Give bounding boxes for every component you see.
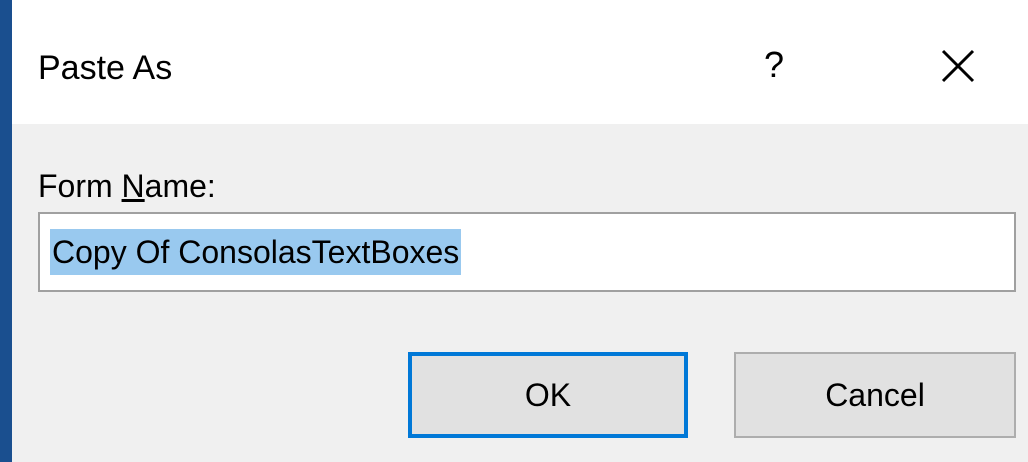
label-accelerator: N	[121, 168, 145, 204]
help-button[interactable]: ?	[752, 40, 796, 90]
dialog-title: Paste As	[38, 49, 173, 87]
label-prefix: Form	[38, 168, 122, 204]
cancel-button[interactable]: Cancel	[734, 352, 1016, 438]
form-name-label: Form Name:	[38, 164, 216, 208]
form-name-value[interactable]: Copy Of ConsolasTextBoxes	[50, 229, 462, 275]
close-button[interactable]	[932, 40, 984, 92]
paste-as-dialog: Paste As ? Form Name: Copy Of ConsolasTe…	[12, 0, 1028, 462]
title-bar[interactable]: Paste As ?	[12, 0, 1028, 124]
label-suffix: ame:	[144, 168, 216, 204]
close-icon	[941, 49, 975, 83]
ok-button[interactable]: OK	[408, 352, 688, 438]
form-name-input[interactable]: Copy Of ConsolasTextBoxes	[38, 212, 1016, 292]
